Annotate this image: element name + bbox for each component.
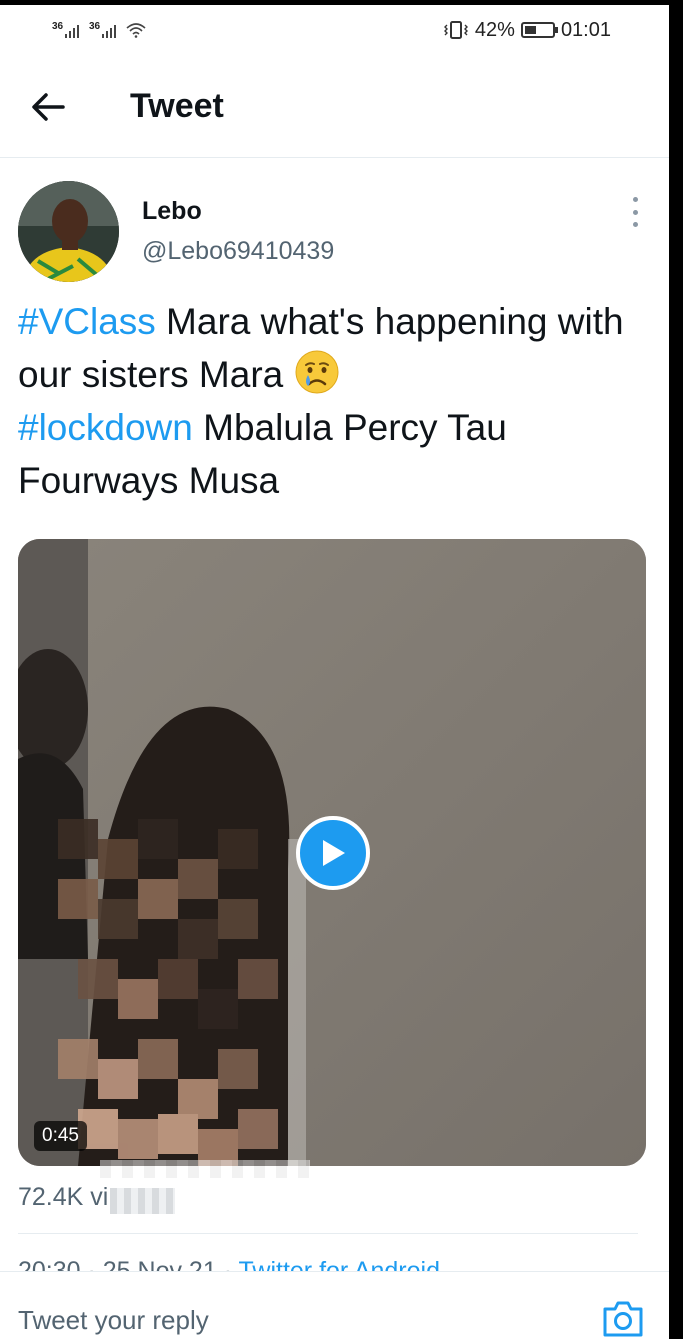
more-dot-icon	[632, 197, 638, 202]
screen-right-edge	[669, 0, 683, 1339]
reply-input[interactable]: Tweet your reply	[18, 1275, 601, 1336]
pixelated-overlay	[100, 1160, 310, 1178]
hashtag-vclass[interactable]: #VClass	[18, 301, 156, 342]
divider	[18, 1233, 638, 1234]
back-button[interactable]	[18, 77, 78, 137]
tweet-text: #VClass Mara what's happening with our s…	[18, 295, 658, 507]
battery-icon	[520, 22, 558, 38]
status-left: 36 36	[52, 21, 146, 38]
more-dot-icon	[632, 222, 638, 227]
clock: 01:01	[560, 18, 611, 41]
signal-2-label: 36	[89, 21, 101, 32]
play-icon	[323, 840, 345, 866]
signal-2-icon: 36	[89, 21, 116, 38]
status-bar: 36 36 42% 01:01	[0, 5, 669, 55]
hashtag-lockdown[interactable]: #lockdown	[18, 407, 193, 448]
video-duration: 0:45	[34, 1121, 87, 1151]
signal-1-icon: 36	[52, 21, 79, 38]
wifi-icon	[126, 23, 146, 38]
author-name[interactable]: Lebo	[142, 197, 202, 226]
view-count: 72.4K vi	[18, 1183, 109, 1211]
tweet-author: Lebo @Lebo69410439	[18, 181, 648, 283]
battery-percent: 42%	[474, 18, 515, 41]
status-right: 42% 01:01	[443, 19, 611, 42]
reply-bar: Tweet your reply	[0, 1271, 669, 1339]
battery-fill	[524, 26, 536, 34]
tweet-source-link[interactable]: Twitter for Android	[239, 1257, 440, 1271]
pixelated-overlay	[110, 1188, 175, 1214]
more-options-button[interactable]	[626, 197, 644, 227]
signal-1-label: 36	[52, 21, 64, 32]
avatar-image	[18, 181, 119, 282]
arrow-left-icon	[32, 92, 65, 121]
more-dot-icon	[632, 209, 638, 215]
tweet-meta: 20:30 · 25 Nov 21 · Twitter for Android	[18, 1257, 440, 1271]
vibrate-icon	[443, 21, 468, 39]
avatar[interactable]	[18, 181, 119, 282]
play-button[interactable]	[296, 816, 370, 890]
page-title: Tweet	[130, 87, 224, 125]
tweet-timestamp: 20:30 · 25 Nov 21 ·	[18, 1257, 239, 1271]
camera-icon[interactable]	[601, 1299, 645, 1339]
app-header: Tweet	[0, 56, 669, 158]
crying-face-emoji-icon	[295, 350, 339, 394]
author-handle[interactable]: @Lebo69410439	[142, 237, 334, 266]
